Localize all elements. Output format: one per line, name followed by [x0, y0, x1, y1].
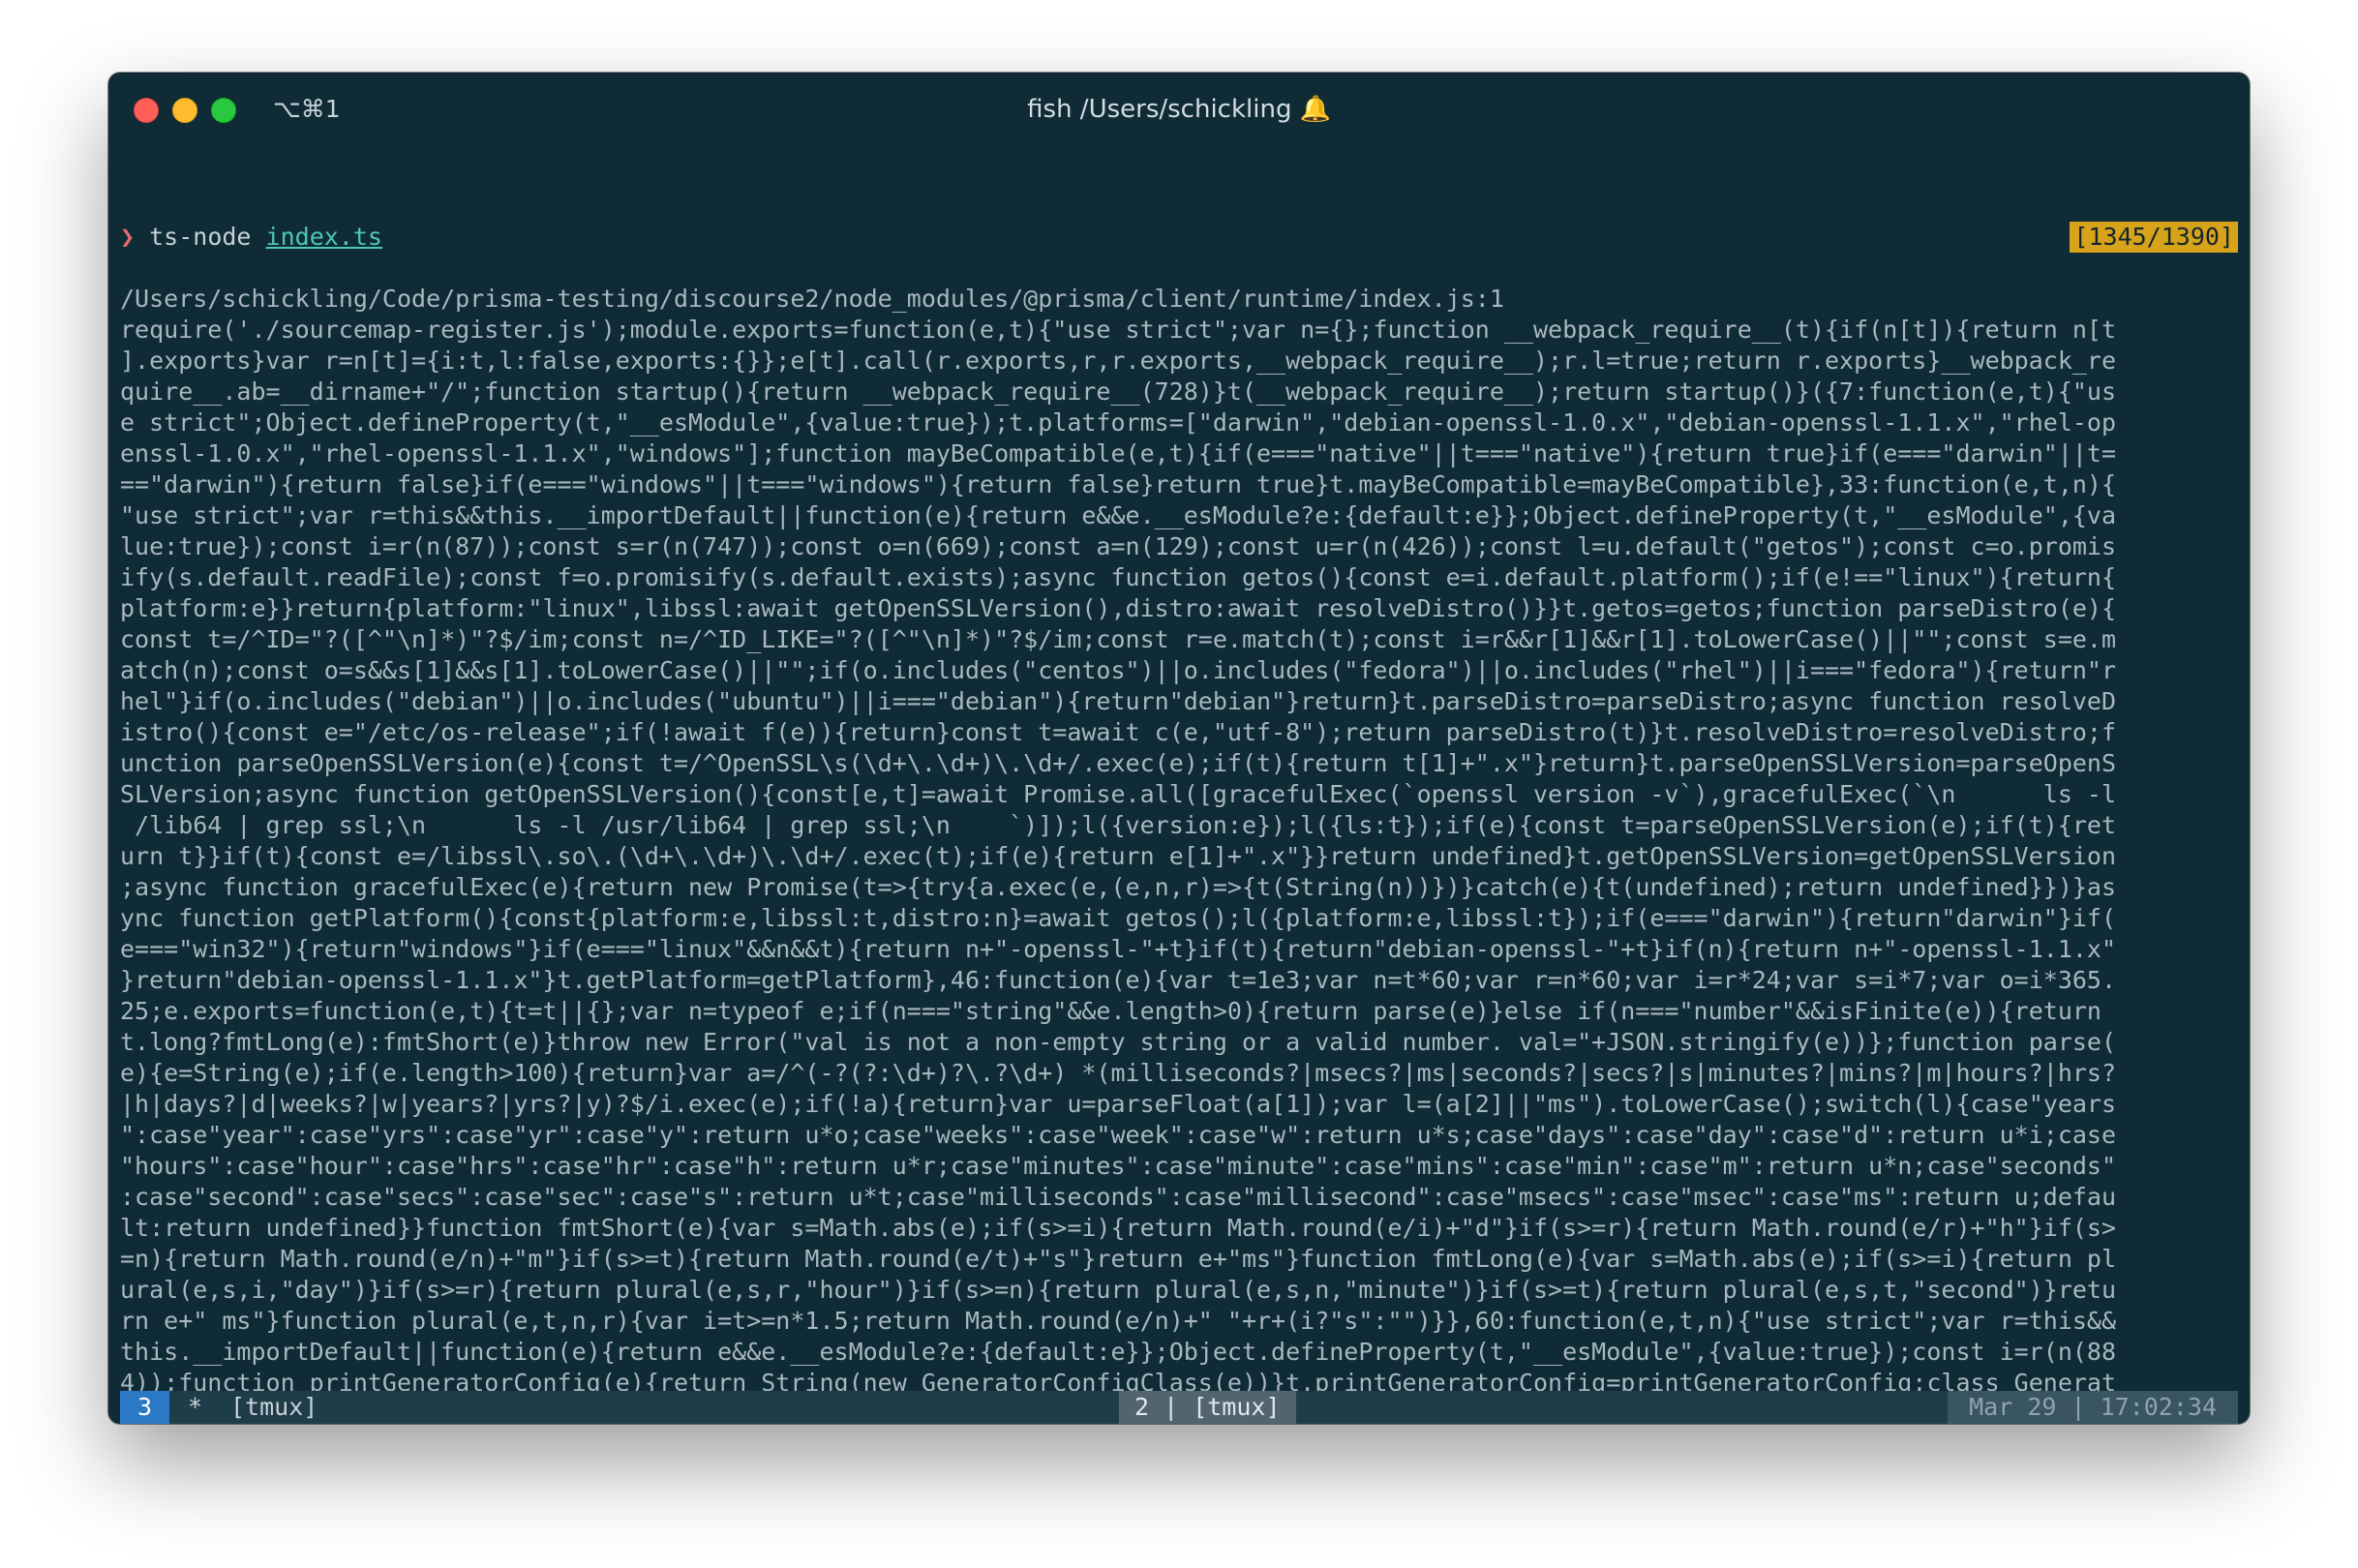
output-line-text: =="darwin"){return false}if(e==="windows…: [120, 470, 2117, 498]
window-title: fish /Users/schickling 🔔: [108, 92, 2250, 127]
output-line: unction parseOpenSSLVersion(e){const t=/…: [120, 748, 2238, 779]
output-line-text: atch(n);const o=s&&s[1]&&s[1].toLowerCas…: [120, 656, 2117, 684]
output-line: "use strict";var r=this&&this.__importDe…: [120, 500, 2238, 531]
tmux-status-bar: 3 * [tmux] 2 | [tmux] Mar 29 | 17:02:34: [120, 1391, 2238, 1424]
output-line: rn e+" ms"}function plural(e,t,n,r){var …: [120, 1306, 2238, 1337]
output-line-text: /lib64 | grep ssl;\n ls -l /usr/lib64 | …: [120, 811, 2117, 839]
output-line: SLVersion;async function getOpenSSLVersi…: [120, 779, 2238, 810]
output-line: ;async function gracefulExec(e){return n…: [120, 872, 2238, 903]
output-line: lue:true});const i=r(n(87));const s=r(n(…: [120, 531, 2238, 562]
output-line: istro(){const e="/etc/os-release";if(!aw…: [120, 717, 2238, 748]
bell-icon: 🔔: [1299, 95, 1331, 124]
prompt-argument-link[interactable]: index.ts: [266, 223, 382, 251]
tmux-active-window-flag: *: [188, 1393, 203, 1421]
scroll-position-indicator: [1345/1390]: [2070, 222, 2238, 253]
output-line: atch(n);const o=s&&s[1]&&s[1].toLowerCas…: [120, 655, 2238, 686]
output-line-text: SLVersion;async function getOpenSSLVersi…: [120, 780, 2117, 808]
output-line-text: ify(s.default.readFile);const f=o.promis…: [120, 563, 2117, 591]
output-line: t.long?fmtLong(e):fmtShort(e)}throw new …: [120, 1027, 2238, 1058]
output-line: :case"second":case"secs":case"sec":case"…: [120, 1182, 2238, 1213]
output-line-text: istro(){const e="/etc/os-release";if(!aw…: [120, 718, 2117, 746]
output-line: quire__.ab=__dirname+"/";function startu…: [120, 377, 2238, 407]
output-line-text: /Users/schickling/Code/prisma-testing/di…: [120, 285, 1504, 313]
output-line: =="darwin"){return false}if(e==="windows…: [120, 469, 2238, 500]
title-bar[interactable]: ⌥⌘1 fish /Users/schickling 🔔: [108, 73, 2250, 146]
output-line-text: e){e=String(e);if(e.length>100){return}v…: [120, 1059, 2117, 1087]
output-line: =n){return Math.round(e/n)+"m"}if(s>=t){…: [120, 1244, 2238, 1275]
prompt-symbol: ❯: [120, 223, 136, 251]
output-line-text: }return"debian-openssl-1.1.x"}t.getPlatf…: [120, 966, 2117, 994]
terminal-window: ⌥⌘1 fish /Users/schickling 🔔 ❯ ts-node in…: [108, 73, 2250, 1424]
output-line: e==="win32"){return"windows"}if(e==="lin…: [120, 934, 2238, 965]
output-line: |h|days?|d|weeks?|w|years?|yrs?|y)?$/i.e…: [120, 1089, 2238, 1120]
output-line-text: :case"second":case"secs":case"sec":case"…: [120, 1183, 2117, 1211]
output-line-text: ":case"year":case"yrs":case"yr":case"y":…: [120, 1121, 2117, 1149]
output-line-text: unction parseOpenSSLVersion(e){const t=/…: [120, 749, 2117, 777]
output-line-text: urn t}}if(t){const e=/libssl\.so\.(\d+\.…: [120, 842, 2117, 870]
output-line-text: |h|days?|d|weeks?|w|years?|yrs?|y)?$/i.e…: [120, 1090, 2117, 1118]
output-line-text: quire__.ab=__dirname+"/";function startu…: [120, 377, 2117, 406]
output-line-text: lt:return undefined}}function fmtShort(e…: [120, 1214, 2117, 1242]
output-line: e strict";Object.defineProperty(t,"__esM…: [120, 407, 2238, 438]
output-line: this.__importDefault||function(e){return…: [120, 1337, 2238, 1368]
prompt-line: ❯ ts-node index.ts: [120, 222, 2238, 253]
output-line: /Users/schickling/Code/prisma-testing/di…: [120, 284, 2238, 315]
output-line: urn t}}if(t){const e=/libssl\.so\.(\d+\.…: [120, 841, 2238, 872]
output-line-text: e strict";Object.defineProperty(t,"__esM…: [120, 408, 2117, 437]
output-line-text: ural(e,s,i,"day")}if(s>=r){return plural…: [120, 1276, 2117, 1304]
output-line-text: hel"}if(o.includes("debian")||o.includes…: [120, 687, 2117, 715]
output-line-text: require('./sourcemap-register.js');modul…: [120, 316, 2117, 344]
output-line-text: this.__importDefault||function(e){return…: [120, 1338, 2117, 1366]
output-line: 25;e.exports=function(e,t){t=t||{};var n…: [120, 996, 2238, 1027]
output-line: ":case"year":case"yrs":case"yr":case"y":…: [120, 1120, 2238, 1151]
output-line: e){e=String(e);if(e.length>100){return}v…: [120, 1058, 2238, 1089]
output-line: ify(s.default.readFile);const f=o.promis…: [120, 562, 2238, 593]
terminal-output: /Users/schickling/Code/prisma-testing/di…: [120, 284, 2238, 1424]
output-line: ural(e,s,i,"day")}if(s>=r){return plural…: [120, 1275, 2238, 1306]
output-line-text: ].exports}var r=n[t]={i:t,l:false,export…: [120, 347, 2117, 375]
window-title-text: fish /Users/schickling: [1027, 95, 1292, 124]
output-line-text: "use strict";var r=this&&this.__importDe…: [120, 501, 2117, 529]
output-line-text: =n){return Math.round(e/n)+"m"}if(s>=t){…: [120, 1245, 2117, 1273]
output-line: hel"}if(o.includes("debian")||o.includes…: [120, 686, 2238, 717]
output-line: enssl-1.0.x","rhel-openssl-1.1.x","windo…: [120, 438, 2238, 469]
output-line-text: 25;e.exports=function(e,t){t=t||{};var n…: [120, 997, 2101, 1025]
output-line-text: ;async function gracefulExec(e){return n…: [120, 873, 2117, 901]
tmux-active-window-index[interactable]: 3: [120, 1391, 170, 1424]
output-line: /lib64 | grep ssl;\n ls -l /usr/lib64 | …: [120, 810, 2238, 841]
output-line: "hours":case"hour":case"hrs":case"hr":ca…: [120, 1151, 2238, 1182]
output-line-text: rn e+" ms"}function plural(e,t,n,r){var …: [120, 1307, 2117, 1335]
output-line: ].exports}var r=n[t]={i:t,l:false,export…: [120, 346, 2238, 377]
output-line: require('./sourcemap-register.js');modul…: [120, 315, 2238, 346]
output-line: ync function getPlatform(){const{platfor…: [120, 903, 2238, 934]
tmux-active-window-name[interactable]: [tmux]: [230, 1391, 317, 1424]
terminal-content[interactable]: ❯ ts-node index.ts [1345/1390] /Users/sc…: [120, 146, 2238, 1424]
output-line-text: const t=/^ID="?([^"\n]*)"?$/im;const n=/…: [120, 625, 2117, 653]
output-line-text: "hours":case"hour":case"hrs":case"hr":ca…: [120, 1152, 2117, 1180]
prompt-command: ts-node: [149, 223, 252, 251]
output-line-text: lue:true});const i=r(n(87));const s=r(n(…: [120, 532, 2117, 560]
output-line-text: e==="win32"){return"windows"}if(e==="lin…: [120, 935, 2117, 963]
output-line-text: platform:e}}return{platform:"linux",libs…: [120, 594, 2117, 622]
output-line: }return"debian-openssl-1.1.x"}t.getPlatf…: [120, 965, 2238, 996]
output-line-text: t.long?fmtLong(e):fmtShort(e)}throw new …: [120, 1028, 2117, 1056]
output-line-text: ync function getPlatform(){const{platfor…: [120, 904, 2117, 932]
tmux-clock: Mar 29 | 17:02:34: [1948, 1391, 2238, 1424]
output-line-text: enssl-1.0.x","rhel-openssl-1.1.x","windo…: [120, 439, 2117, 467]
output-line: platform:e}}return{platform:"linux",libs…: [120, 593, 2238, 624]
output-line: lt:return undefined}}function fmtShort(e…: [120, 1213, 2238, 1244]
output-line: const t=/^ID="?([^"\n]*)"?$/im;const n=/…: [120, 624, 2238, 655]
tmux-window-2[interactable]: 2 | [tmux]: [1119, 1391, 1296, 1424]
